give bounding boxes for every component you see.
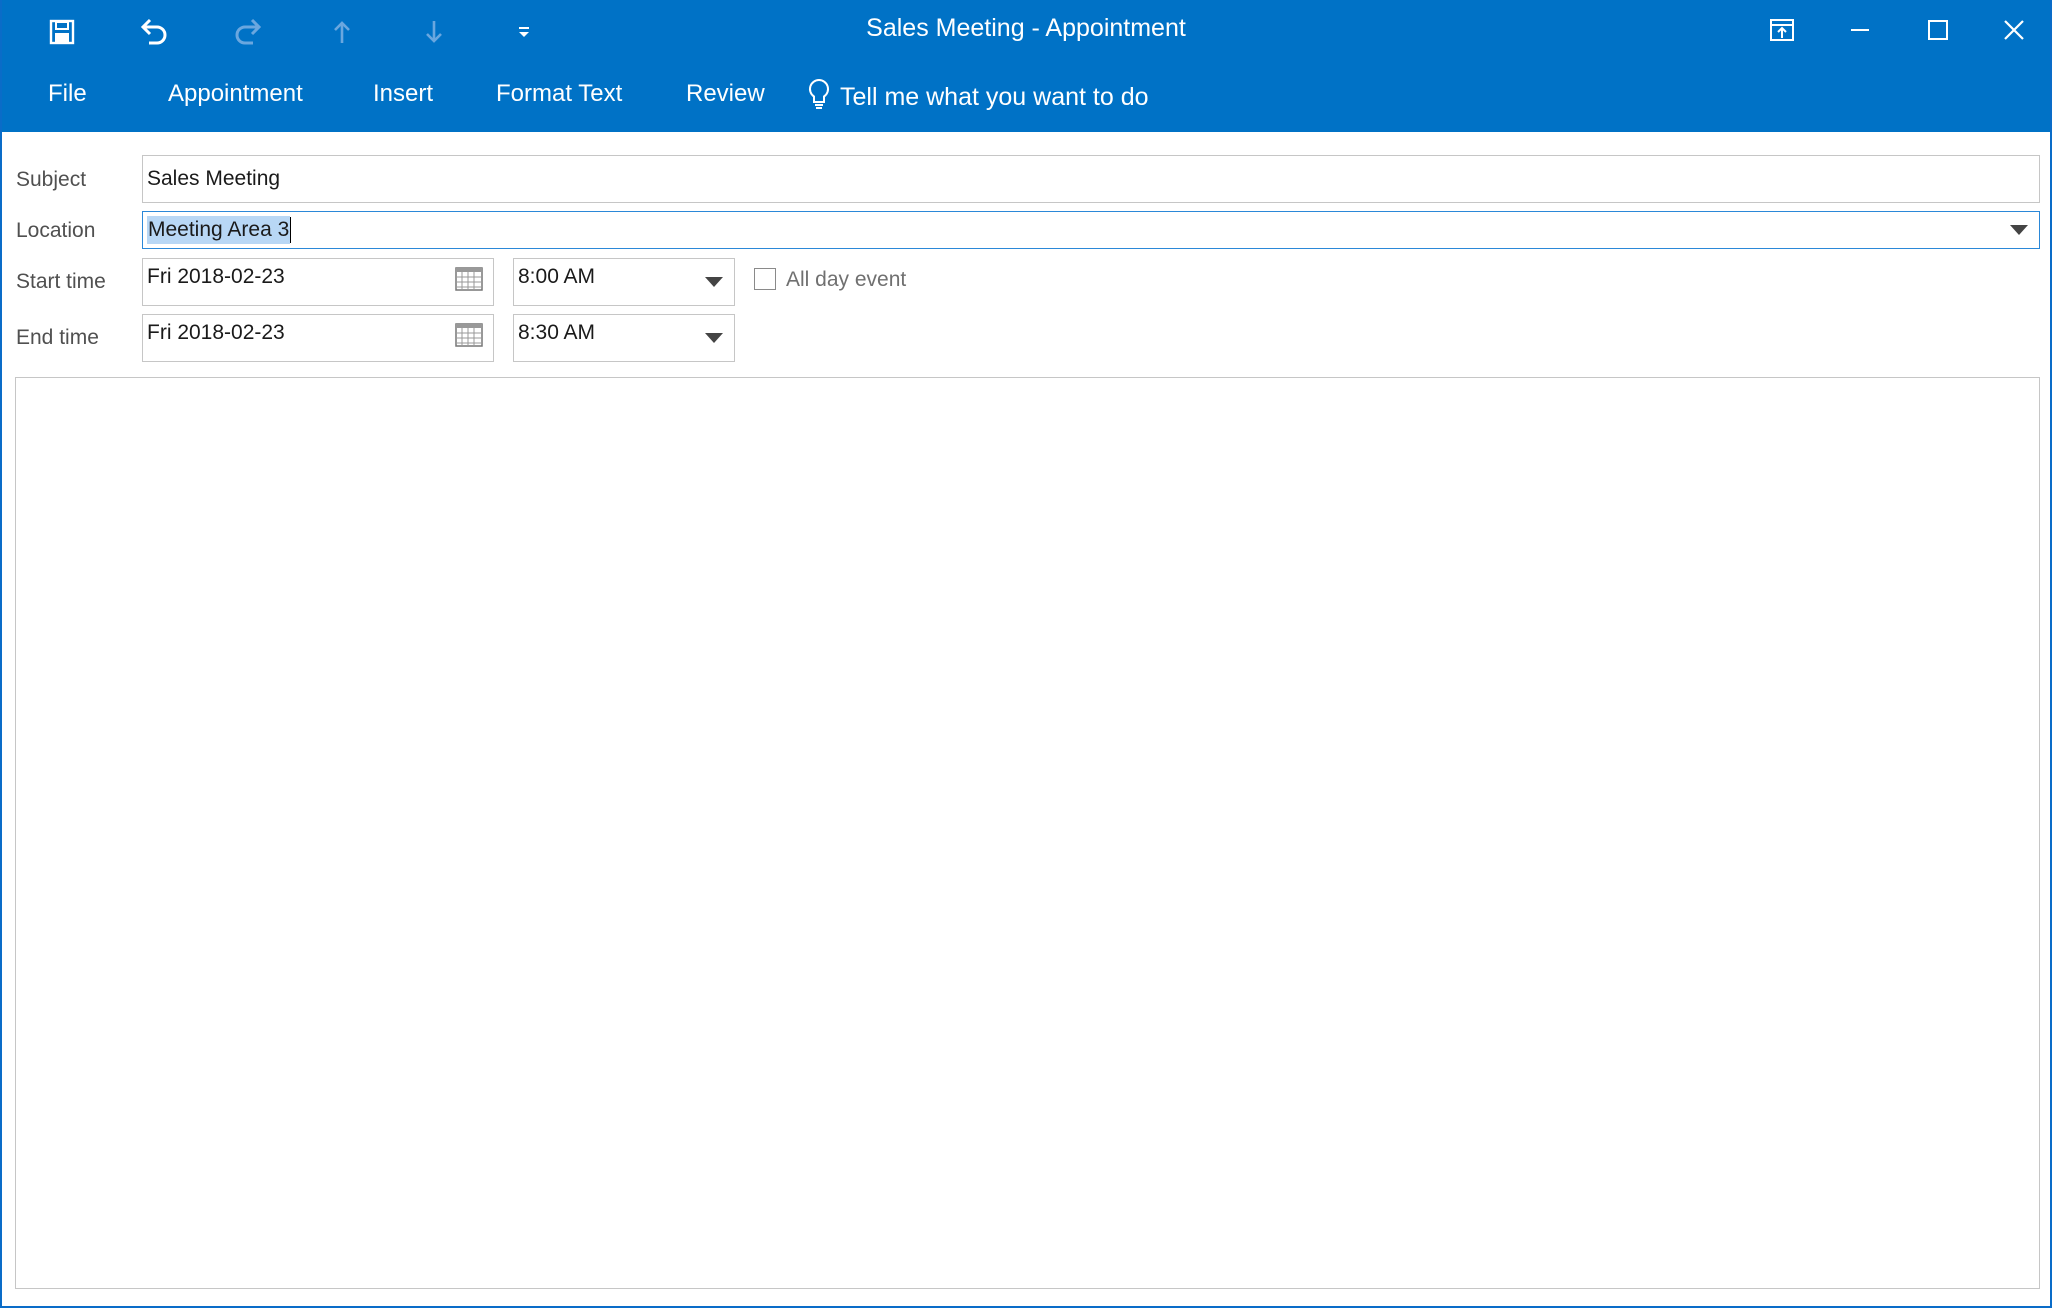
tab-insert[interactable]: Insert: [373, 80, 433, 108]
appointment-window: Sales Meeting - Appointment File Appoint…: [0, 0, 2052, 1308]
subject-value: Sales Meeting: [147, 167, 281, 190]
customize-qat-icon[interactable]: [500, 8, 548, 56]
subject-label: Subject: [16, 168, 87, 191]
end-time-label: End time: [16, 326, 99, 349]
end-time-dropdown-icon[interactable]: [700, 324, 728, 352]
start-date-value: Fri 2018-02-23: [147, 265, 285, 288]
subject-input[interactable]: Sales Meeting: [142, 155, 2040, 203]
lightbulb-icon: [808, 78, 830, 117]
ribbon-tab-bar: File Appointment Insert Format Text Revi…: [2, 64, 2050, 132]
all-day-checkbox[interactable]: [754, 268, 776, 290]
ribbon-display-options-icon[interactable]: [1744, 0, 1820, 60]
save-icon[interactable]: [38, 8, 86, 56]
appointment-body-editor[interactable]: [15, 377, 2040, 1289]
location-label: Location: [16, 219, 96, 242]
calendar-icon[interactable]: [455, 267, 483, 297]
location-dropdown-icon[interactable]: [2005, 216, 2033, 244]
start-time-value: 8:00 AM: [518, 265, 596, 288]
end-date-input[interactable]: Fri 2018-02-23: [142, 314, 494, 362]
previous-item-icon[interactable]: [318, 8, 366, 56]
calendar-icon[interactable]: [455, 323, 483, 353]
close-icon[interactable]: [1976, 0, 2052, 60]
maximize-icon[interactable]: [1900, 0, 1976, 60]
next-item-icon[interactable]: [410, 8, 458, 56]
end-time-value: 8:30 AM: [518, 321, 596, 344]
text-caret: [290, 217, 292, 243]
tab-review[interactable]: Review: [686, 80, 765, 108]
location-input[interactable]: Meeting Area 3: [142, 211, 2040, 249]
end-time-select[interactable]: 8:30 AM: [513, 314, 735, 362]
tell-me-label: Tell me what you want to do: [840, 83, 1149, 111]
tab-file[interactable]: File: [48, 80, 87, 108]
tell-me-search[interactable]: Tell me what you want to do: [808, 78, 1149, 117]
start-time-label: Start time: [16, 270, 106, 293]
minimize-icon[interactable]: [1822, 0, 1898, 60]
window-title: Sales Meeting - Appointment: [866, 14, 1186, 42]
start-time-select[interactable]: 8:00 AM: [513, 258, 735, 306]
tab-format-text[interactable]: Format Text: [496, 80, 622, 108]
redo-icon[interactable]: [224, 8, 272, 56]
undo-icon[interactable]: [130, 8, 178, 56]
all-day-label[interactable]: All day event: [786, 268, 906, 292]
title-bar: Sales Meeting - Appointment: [2, 0, 2050, 64]
start-time-dropdown-icon[interactable]: [700, 268, 728, 296]
start-date-input[interactable]: Fri 2018-02-23: [142, 258, 494, 306]
tab-appointment[interactable]: Appointment: [168, 80, 303, 108]
location-value: Meeting Area 3: [147, 216, 291, 244]
end-date-value: Fri 2018-02-23: [147, 321, 285, 344]
